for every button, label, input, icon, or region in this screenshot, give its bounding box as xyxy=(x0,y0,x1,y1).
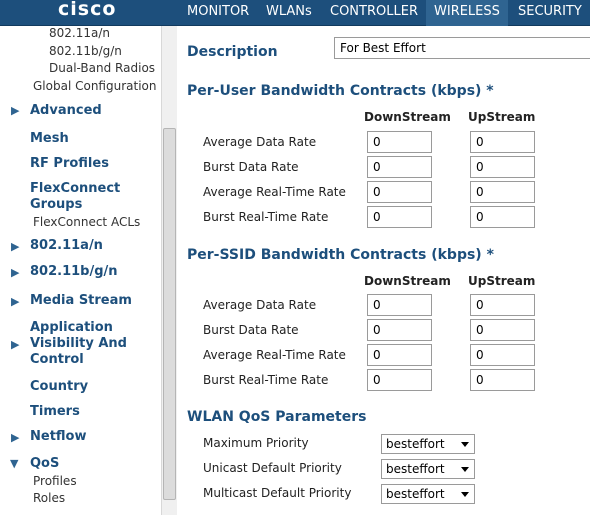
maximum-priority-value: besteffort xyxy=(386,437,445,451)
chevron-down-icon xyxy=(461,442,469,447)
per-user-burst-rt-down[interactable] xyxy=(367,206,432,228)
row-label: Burst Real-Time Rate xyxy=(203,373,329,387)
per-ssid-title: Per-SSID Bandwidth Contracts (kbps) * xyxy=(187,247,494,263)
tab-security[interactable]: SECURITY xyxy=(518,4,582,19)
per-user-burst-data-up[interactable] xyxy=(470,156,535,178)
sidebar-item-802-11b-g-n-sub[interactable]: 802.11b/g/n xyxy=(49,44,122,58)
expand-arrow-icon[interactable]: ▶ xyxy=(11,295,19,308)
per-user-title: Per-User Bandwidth Contracts (kbps) * xyxy=(187,83,494,99)
per-ssid-avg-rt-down[interactable] xyxy=(367,344,432,366)
tab-controller[interactable]: CONTROLLER xyxy=(330,4,418,19)
description-input[interactable] xyxy=(334,37,590,59)
per-ssid-burst-data-up[interactable] xyxy=(470,319,535,341)
sidebar-item-flexconnect-groups[interactable]: FlexConnect xyxy=(30,181,120,196)
expand-arrow-icon[interactable]: ▶ xyxy=(11,338,19,351)
sidebar-item-media-stream[interactable]: Media Stream xyxy=(30,293,132,308)
cisco-logo: cisco xyxy=(58,0,117,20)
per-ssid-burst-rt-up[interactable] xyxy=(470,369,535,391)
row-label: Average Data Rate xyxy=(203,135,317,149)
sidebar-item-802-11b-g-n[interactable]: 802.11b/g/n xyxy=(30,264,118,279)
tab-wireless[interactable]: WIRELESS xyxy=(426,0,508,29)
qos-row-label: Multicast Default Priority xyxy=(203,486,352,500)
per-user-avg-rt-down[interactable] xyxy=(367,181,432,203)
per-ssid-burst-rt-down[interactable] xyxy=(367,369,432,391)
expand-arrow-icon[interactable]: ▶ xyxy=(11,104,19,117)
sidebar-item-qos-roles[interactable]: Roles xyxy=(33,491,65,505)
sidebar-item-flexconnect-groups-line2[interactable]: Groups xyxy=(30,197,82,212)
sidebar-item-global-configuration[interactable]: Global Configuration xyxy=(33,79,156,93)
maximum-priority-select[interactable]: besteffort xyxy=(381,434,475,454)
sidebar-item-avc-line3[interactable]: Control xyxy=(30,352,84,367)
multicast-priority-select[interactable]: besteffort xyxy=(381,484,475,504)
per-ssid-avg-data-up[interactable] xyxy=(470,294,535,316)
expand-arrow-icon[interactable]: ▶ xyxy=(11,431,19,444)
sidebar-item-rf-profiles[interactable]: RF Profiles xyxy=(30,156,109,171)
chevron-down-icon xyxy=(461,467,469,472)
per-user-burst-data-down[interactable] xyxy=(367,156,432,178)
per-user-avg-data-down[interactable] xyxy=(367,131,432,153)
unicast-priority-select[interactable]: besteffort xyxy=(381,459,475,479)
multicast-priority-value: besteffort xyxy=(386,487,445,501)
row-label: Average Real-Time Rate xyxy=(203,348,346,362)
per-ssid-avg-data-down[interactable] xyxy=(367,294,432,316)
expand-arrow-icon[interactable]: ▶ xyxy=(11,266,19,279)
per-user-avg-data-up[interactable] xyxy=(470,131,535,153)
col-downstream: DownStream xyxy=(364,274,451,288)
qos-row-label: Maximum Priority xyxy=(203,436,309,450)
per-user-burst-rt-up[interactable] xyxy=(470,206,535,228)
col-upstream: UpStream xyxy=(468,110,536,124)
top-nav-bar: cisco MONITOR WLANs CONTROLLER WIRELESS … xyxy=(0,0,590,29)
row-label: Burst Data Rate xyxy=(203,323,299,337)
tab-wlans[interactable]: WLANs xyxy=(266,4,312,19)
description-label: Description xyxy=(187,44,278,60)
row-label: Burst Data Rate xyxy=(203,160,299,174)
sidebar-item-avc[interactable]: Application xyxy=(30,320,113,335)
sidebar-item-mesh[interactable]: Mesh xyxy=(30,131,69,146)
wlan-qos-title: WLAN QoS Parameters xyxy=(187,409,367,425)
col-downstream: DownStream xyxy=(364,110,451,124)
sidebar-item-qos-profiles[interactable]: Profiles xyxy=(33,474,77,488)
sidebar-item-flexconnect-acls[interactable]: FlexConnect ACLs xyxy=(33,215,140,229)
sidebar-item-advanced[interactable]: Advanced xyxy=(30,103,102,118)
collapse-arrow-icon[interactable]: ▼ xyxy=(10,457,18,470)
row-label: Average Data Rate xyxy=(203,298,317,312)
sidebar-item-dual-band-radios[interactable]: Dual-Band Radios xyxy=(49,61,155,75)
sidebar-item-timers[interactable]: Timers xyxy=(30,404,80,419)
sidebar-scrollbar-thumb[interactable] xyxy=(163,128,176,500)
sidebar-item-country[interactable]: Country xyxy=(30,379,88,394)
qos-row-label: Unicast Default Priority xyxy=(203,461,342,475)
sidebar-item-qos[interactable]: QoS xyxy=(30,456,59,471)
per-ssid-avg-rt-up[interactable] xyxy=(470,344,535,366)
sidebar-item-avc-line2[interactable]: Visibility And xyxy=(30,336,127,351)
row-label: Burst Real-Time Rate xyxy=(203,210,329,224)
tab-monitor[interactable]: MONITOR xyxy=(187,4,249,19)
chevron-down-icon xyxy=(461,492,469,497)
expand-arrow-icon[interactable]: ▶ xyxy=(11,240,19,253)
unicast-priority-value: besteffort xyxy=(386,462,445,476)
sidebar-item-netflow[interactable]: Netflow xyxy=(30,429,87,444)
per-user-avg-rt-up[interactable] xyxy=(470,181,535,203)
row-label: Average Real-Time Rate xyxy=(203,185,346,199)
main-content: Description Per-User Bandwidth Contracts… xyxy=(178,26,590,515)
sidebar-item-802-11a-n[interactable]: 802.11a/n xyxy=(30,238,103,253)
sidebar: 802.11a/n 802.11b/g/n Dual-Band Radios G… xyxy=(0,26,178,515)
sidebar-item-802-11a-n-sub[interactable]: 802.11a/n xyxy=(49,26,110,40)
per-ssid-burst-data-down[interactable] xyxy=(367,319,432,341)
col-upstream: UpStream xyxy=(468,274,536,288)
